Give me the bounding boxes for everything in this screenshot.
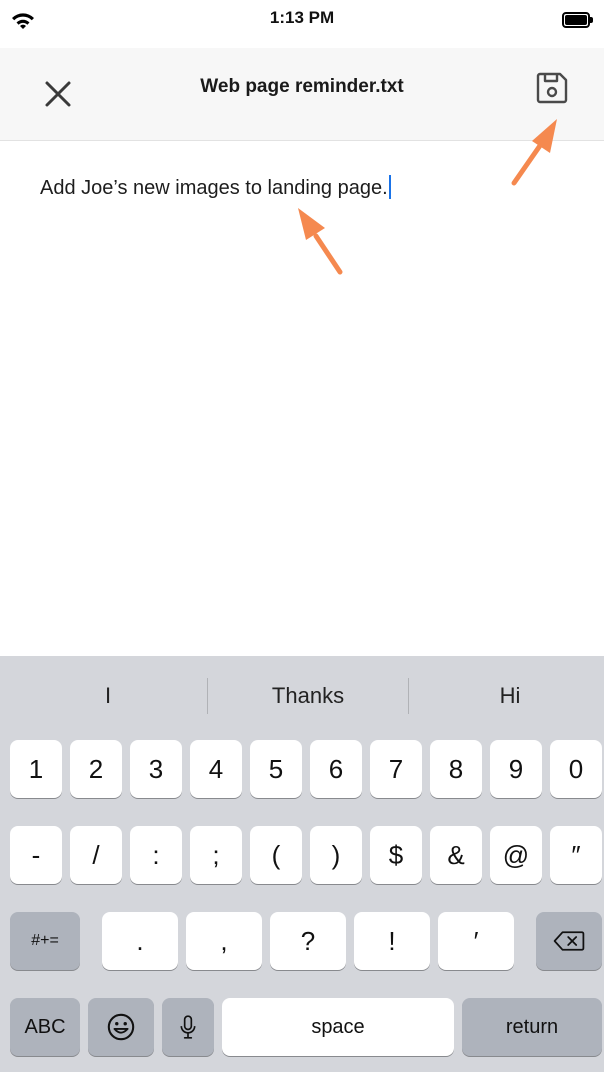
key-3[interactable]: 3	[130, 740, 182, 798]
prediction-1[interactable]: I	[8, 656, 208, 736]
key-0[interactable]: 0	[550, 740, 602, 798]
key-question[interactable]: ?	[270, 912, 346, 970]
key-6[interactable]: 6	[310, 740, 362, 798]
key-comma[interactable]: ,	[186, 912, 262, 970]
key-at[interactable]: @	[490, 826, 542, 884]
key-dollar[interactable]: $	[370, 826, 422, 884]
arrow-to-save-icon	[511, 119, 557, 186]
key-double-quote[interactable]: ″	[550, 826, 602, 884]
key-semicolon[interactable]: ;	[190, 826, 242, 884]
key-slash[interactable]: /	[70, 826, 122, 884]
predictive-text-bar: I Thanks Hi	[0, 656, 604, 736]
key-colon[interactable]: :	[130, 826, 182, 884]
key-space[interactable]: space	[222, 998, 454, 1056]
keyboard: I Thanks Hi 1 2 3 4 5 6 7 8 9 0 - / : ; …	[0, 656, 604, 1072]
status-bar: 1:13 PM	[0, 0, 604, 48]
prediction-2[interactable]: Thanks	[208, 656, 408, 736]
save-icon[interactable]	[530, 66, 574, 110]
key-dictation[interactable]	[162, 998, 214, 1056]
arrow-to-editor-text-icon	[298, 208, 343, 275]
text-caret	[388, 175, 391, 199]
key-backspace[interactable]	[536, 912, 602, 970]
key-hyphen[interactable]: -	[10, 826, 62, 884]
microphone-icon	[180, 1015, 196, 1039]
key-ampersand[interactable]: &	[430, 826, 482, 884]
prediction-3[interactable]: Hi	[410, 656, 604, 736]
key-abc[interactable]: ABC	[10, 998, 80, 1056]
backspace-icon	[553, 931, 585, 951]
key-4[interactable]: 4	[190, 740, 242, 798]
key-emoji[interactable]	[88, 998, 154, 1056]
key-5[interactable]: 5	[250, 740, 302, 798]
key-return[interactable]: return	[462, 998, 602, 1056]
key-7[interactable]: 7	[370, 740, 422, 798]
key-1[interactable]: 1	[10, 740, 62, 798]
key-close-paren[interactable]: )	[310, 826, 362, 884]
key-apostrophe[interactable]: ′	[438, 912, 514, 970]
page-title: Web page reminder.txt	[200, 76, 404, 97]
status-time: 1:13 PM	[269, 8, 335, 27]
key-2[interactable]: 2	[70, 740, 122, 798]
key-open-paren[interactable]: (	[250, 826, 302, 884]
battery-icon	[562, 12, 593, 28]
key-exclamation[interactable]: !	[354, 912, 430, 970]
key-symbols[interactable]: #+=	[10, 912, 80, 970]
emoji-icon	[107, 1013, 135, 1041]
key-9[interactable]: 9	[490, 740, 542, 798]
prediction-divider	[408, 678, 409, 714]
key-8[interactable]: 8	[430, 740, 482, 798]
key-period[interactable]: .	[102, 912, 178, 970]
